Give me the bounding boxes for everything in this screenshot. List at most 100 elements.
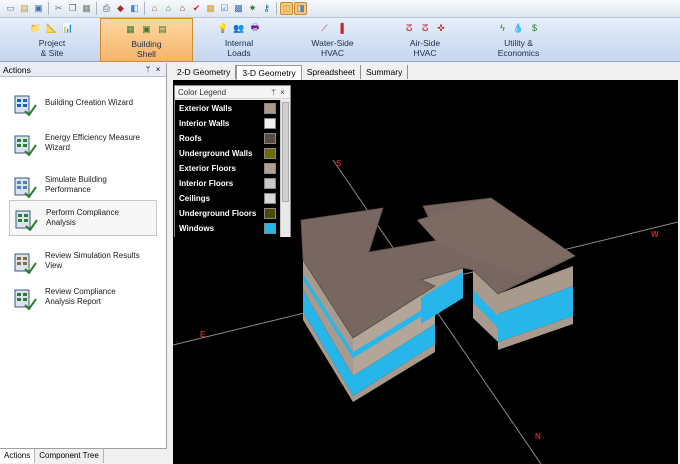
simulate-building-icon xyxy=(14,177,37,198)
gear-icon[interactable]: ✷ xyxy=(246,2,259,15)
new-project-icon[interactable]: ▭ xyxy=(4,2,17,15)
ribbon-internal-loads-icon[interactable]: 🖶 xyxy=(249,22,261,34)
table-icon[interactable]: ▦ xyxy=(204,2,217,15)
action-item[interactable]: Simulate Building Performance xyxy=(9,167,157,203)
check-list-icon[interactable]: ☑ xyxy=(218,2,231,15)
grid-icon[interactable]: ▩ xyxy=(232,2,245,15)
action-label: Review Compliance Analysis Report xyxy=(45,287,116,306)
ribbon-label: Project & Site xyxy=(38,38,66,58)
material-icon[interactable]: ◆ xyxy=(114,2,127,15)
panel-tabs: Actions Component Tree xyxy=(0,448,167,464)
house-import-icon[interactable]: ⌂ xyxy=(176,2,189,15)
legend-item: Windows xyxy=(175,221,281,235)
legend-color-swatch[interactable] xyxy=(264,132,276,144)
close-icon[interactable]: × xyxy=(278,88,287,97)
legend-item: Ceilings xyxy=(175,191,281,205)
tab-summary[interactable]: Summary xyxy=(361,65,409,79)
legend-color-swatch[interactable] xyxy=(264,162,276,174)
view-split-icon[interactable]: ◨ xyxy=(294,2,307,15)
open-folder-icon[interactable]: ▤ xyxy=(18,2,31,15)
cut-icon[interactable]: ✂ xyxy=(52,2,65,15)
paste-icon[interactable]: ▦ xyxy=(80,2,93,15)
panel-tab-actions[interactable]: Actions xyxy=(0,449,36,463)
ribbon-icons: 💡 👥 🖶 xyxy=(217,21,261,35)
view-3d-icon[interactable]: ◫ xyxy=(280,2,293,15)
ribbon-utility-economics-icon[interactable]: ϟ xyxy=(497,22,509,34)
ribbon-internal-loads-button[interactable]: 💡 👥 🖶 Internal Loads xyxy=(193,18,285,62)
action-item[interactable]: Building Creation Wizard xyxy=(9,85,157,121)
ribbon-building-shell-icon[interactable]: ▦ xyxy=(125,23,137,35)
compliance-report-icon xyxy=(14,289,37,310)
ribbon-utility-economics-icon[interactable]: 💧 xyxy=(513,22,525,34)
legend-item: Underground Walls xyxy=(175,146,281,160)
legend-color-swatch[interactable] xyxy=(264,222,276,234)
legend-color-swatch[interactable] xyxy=(264,177,276,189)
legend-item-label: Roofs xyxy=(179,133,202,143)
legend-color-swatch[interactable] xyxy=(264,102,276,114)
action-item[interactable]: Energy Efficiency Measure Wizard xyxy=(9,125,157,161)
ribbon-label: Utility & Economics xyxy=(497,38,540,58)
panel-tab-component-tree[interactable]: Component Tree xyxy=(35,449,104,463)
ribbon-building-shell-icon[interactable]: ▣ xyxy=(141,23,153,35)
copy-icon[interactable]: ❐ xyxy=(66,2,79,15)
legend-scrollbar[interactable] xyxy=(280,100,290,237)
ribbon-utility-economics-button[interactable]: ϟ 💧 $ Utility & Economics xyxy=(470,18,567,62)
house-icon[interactable]: ⌂ xyxy=(148,2,161,15)
legend-item: Interior Floors xyxy=(175,176,281,190)
ribbon-internal-loads-icon[interactable]: 💡 xyxy=(217,22,229,34)
action-item[interactable]: Review Simulation Results View xyxy=(9,243,157,279)
action-item[interactable]: Review Compliance Analysis Report xyxy=(9,279,157,315)
ribbon-project-site-icon[interactable]: 📊 xyxy=(62,22,74,34)
layers-icon[interactable]: ◧ xyxy=(128,2,141,15)
ribbon-water-side-hvac-icon[interactable]: ▐ xyxy=(335,22,347,34)
ribbon-internal-loads-icon[interactable]: 👥 xyxy=(233,22,245,34)
check-icon[interactable]: ✔ xyxy=(190,2,203,15)
legend-color-swatch[interactable] xyxy=(264,207,276,219)
actions-panel-header: Actions ᛘ × xyxy=(0,63,166,77)
ribbon-air-side-hvac-icon[interactable]: ⵒ xyxy=(419,22,431,34)
ribbon-building-shell-icon[interactable]: ▤ xyxy=(157,23,169,35)
legend-item: Exterior Walls xyxy=(175,101,281,115)
legend-color-swatch[interactable] xyxy=(264,147,276,159)
ribbon-label: Water-Side HVAC xyxy=(311,38,354,58)
ribbon-building-shell-button[interactable]: ▦ ▣ ▤ Building Shell xyxy=(100,18,193,62)
ribbon-utility-economics-icon[interactable]: $ xyxy=(529,22,541,34)
action-item[interactable]: Perform Compliance Analysis xyxy=(9,200,157,236)
legend-item-label: Exterior Floors xyxy=(179,163,236,173)
house-export-icon[interactable]: ⌂ xyxy=(162,2,175,15)
print-icon[interactable]: ⎙ xyxy=(100,2,113,15)
ribbon-project-site-button[interactable]: 📁 📐 📊 Project & Site xyxy=(0,18,104,62)
ribbon-air-side-hvac-button[interactable]: ⵒ ⵒ ✜ Air-Side HVAC xyxy=(380,18,470,62)
ribbon-air-side-hvac-icon[interactable]: ✜ xyxy=(435,22,447,34)
actions-panel-title: Actions xyxy=(3,64,31,75)
tab-spreadsheet[interactable]: Spreadsheet xyxy=(302,65,361,79)
ribbon-water-side-hvac-button[interactable]: ⟋ ▐ Water-Side HVAC xyxy=(285,18,380,62)
save-icon[interactable]: ▣ xyxy=(32,2,45,15)
ribbon-label: Building Shell xyxy=(131,39,162,59)
legend-item: Exterior Floors xyxy=(175,161,281,175)
ribbon-icons: 📁 📐 📊 xyxy=(30,21,74,35)
ribbon: 📁 📐 📊 Project & Site ▦ ▣ ▤ Building Shell 💡 👥 🖶 Int… xyxy=(0,18,680,62)
legend-color-swatch[interactable] xyxy=(264,117,276,129)
legend-item-label: Exterior Walls xyxy=(179,103,233,113)
ribbon-project-site-icon[interactable]: 📁 xyxy=(30,22,42,34)
ribbon-air-side-hvac-icon[interactable]: ⵒ xyxy=(403,22,415,34)
key-icon[interactable]: ⚷ xyxy=(260,2,273,15)
color-legend-title: Color Legend xyxy=(178,87,227,97)
ribbon-water-side-hvac-icon[interactable]: ⟋ xyxy=(319,22,331,34)
tab-2-d-geometry[interactable]: 2-D Geometry xyxy=(172,65,237,79)
compass-east-label: E xyxy=(200,330,206,339)
ribbon-icons: ⟋ ▐ xyxy=(319,21,347,35)
close-icon[interactable]: × xyxy=(153,65,163,74)
quick-access-toolbar: ▭ ▤ ▣ ✂ ❐ ▦ ⎙ ◆ ◧ ⌂ ⌂ ⌂ ✔ ▦ ☑ ▩ ✷ ⚷ ◫ ◨ xyxy=(0,0,680,18)
tab-3-d-geometry[interactable]: 3-D Geometry xyxy=(236,65,302,80)
ribbon-project-site-icon[interactable]: 📐 xyxy=(46,22,58,34)
legend-color-swatch[interactable] xyxy=(264,192,276,204)
legend-scrollbar-thumb[interactable] xyxy=(282,102,289,202)
compliance-analysis-icon xyxy=(15,210,38,231)
compass-north-label: N xyxy=(535,432,541,441)
pin-icon[interactable]: ᛘ xyxy=(143,65,153,74)
pin-icon[interactable]: ᛘ xyxy=(269,88,278,97)
compass-west-label: W xyxy=(651,230,659,239)
legend-item-label: Interior Walls xyxy=(179,118,230,128)
